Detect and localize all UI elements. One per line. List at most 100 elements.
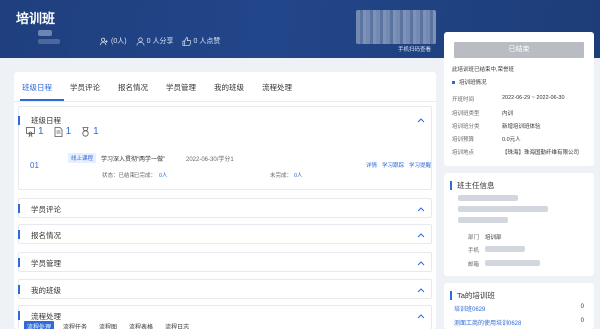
tab-signup[interactable]: 报名情况 xyxy=(118,82,148,98)
section-students[interactable]: 学员管理 xyxy=(18,252,432,272)
course-actions: 详情 学习跟踪 学习提醒 xyxy=(366,161,436,169)
class-info-panel: 已结束 此培训班已结束中,荣誉班 培训班情况 开班时间 2022-06-29 ~… xyxy=(444,32,594,166)
course-status: 状态：已结束 xyxy=(102,173,136,179)
details-link[interactable]: 详情 xyxy=(366,161,377,169)
teacher-phone-blurred xyxy=(485,246,525,252)
section-comments[interactable]: 学员评论 xyxy=(18,198,432,218)
medal-count[interactable]: 1 xyxy=(81,126,99,137)
info-value: 新增培训班体验 xyxy=(502,124,541,130)
teacher-email-label: 邮箱 xyxy=(468,262,480,268)
ended-button[interactable]: 已结束 xyxy=(454,42,584,58)
tab-my-class[interactable]: 我的班级 xyxy=(214,82,244,98)
chevron-up-icon[interactable] xyxy=(417,260,425,266)
teacher-detail-blurred xyxy=(458,206,548,212)
avatar-blurred xyxy=(38,30,52,36)
tab-workflow[interactable]: 流程处理 xyxy=(262,82,292,98)
card-accent xyxy=(18,204,20,213)
completed-count[interactable]: 0人 xyxy=(159,171,168,179)
section-my-class[interactable]: 我的班级 xyxy=(18,279,432,299)
card-accent xyxy=(450,291,452,300)
info-heading-text: 培训班情况 xyxy=(459,80,487,86)
certificate-value: 1 xyxy=(38,126,44,137)
workflow-tab-log[interactable]: 流程日志 xyxy=(162,321,192,329)
document-count[interactable]: 1 xyxy=(54,126,71,137)
chevron-up-icon[interactable] xyxy=(417,232,425,238)
share-count: 0 xyxy=(146,37,151,45)
tabs-divider xyxy=(14,101,436,102)
thumbs-up-icon xyxy=(183,36,192,46)
document-icon xyxy=(54,126,62,137)
ended-note: 此培训班已结束中,荣誉班 xyxy=(452,67,515,73)
like-stat[interactable]: 0 人点赞 xyxy=(182,36,220,46)
users-share-icon xyxy=(100,37,108,45)
workflow-tabs: 流程处理 流程任务 流程图 流程表格 流程日志 xyxy=(24,321,198,329)
teacher-detail-blurred xyxy=(458,217,508,223)
info-value: 内训 xyxy=(502,111,514,117)
main-panel: 班级日程 学员评论 报名情况 学员管理 我的班级 流程处理 班级日程 1 1 1… xyxy=(14,72,436,329)
remind-link[interactable]: 学习提醒 xyxy=(409,161,431,169)
section-signup[interactable]: 报名情况 xyxy=(18,224,432,244)
card-accent xyxy=(18,116,20,125)
teacher-name-blurred xyxy=(458,195,518,201)
info-label: 培训地点 xyxy=(452,150,475,156)
completed-label: 已完成： xyxy=(134,173,157,179)
teacher-dept-label: 部门 xyxy=(468,235,480,241)
info-label: 培训班类型 xyxy=(452,111,480,117)
class-link[interactable]: 测面工商的使用培训0628 xyxy=(454,318,521,327)
share-stat[interactable]: 0 人分享 xyxy=(136,36,174,46)
creator-name-blurred xyxy=(38,39,60,44)
card-accent xyxy=(18,285,20,294)
like-count: 0 xyxy=(193,37,198,45)
person-icon xyxy=(136,37,145,46)
ta-classes-title: Ta的培训班 xyxy=(457,291,495,300)
workflow-tab-process[interactable]: 流程处理 xyxy=(24,321,55,329)
workflow-tab-form[interactable]: 流程表格 xyxy=(126,321,156,329)
uncompleted-label: 未完成： xyxy=(270,173,293,179)
info-value: 【珠海】珠海国勤纤维有限公司 xyxy=(502,150,580,156)
schedule-counts: 1 1 1 xyxy=(26,126,109,137)
chevron-up-icon[interactable] xyxy=(417,313,425,319)
qr-code-image[interactable] xyxy=(356,10,436,44)
participants-count: (0人) xyxy=(111,38,127,45)
course-date: 2022-06-30/学分1 xyxy=(186,157,234,163)
certificate-icon xyxy=(26,126,35,137)
class-count: 0 xyxy=(580,304,584,310)
tab-comments[interactable]: 学员评论 xyxy=(70,82,100,98)
certificate-count[interactable]: 1 xyxy=(26,126,44,137)
teacher-panel: 班主任信息 部门 培训部 手机 邮箱 xyxy=(444,173,594,276)
section-title: 报名情况 xyxy=(31,231,61,240)
medal-icon xyxy=(82,126,89,137)
tab-schedule[interactable]: 班级日程 xyxy=(22,82,52,98)
card-accent xyxy=(450,181,452,190)
workflow-tab-tasks[interactable]: 流程任务 xyxy=(60,321,90,329)
chevron-up-icon[interactable] xyxy=(417,206,425,212)
ta-classes-panel: Ta的培训班 培训班0629 0 测面工商的使用培训0628 0 xyxy=(444,283,594,329)
info-label: 培训班分类 xyxy=(452,124,480,130)
card-accent xyxy=(18,258,20,267)
workflow-tab-diagram[interactable]: 流程图 xyxy=(96,321,120,329)
like-label: 人点赞 xyxy=(199,38,221,45)
course-title[interactable]: 学习深入贯彻“两学一做” xyxy=(101,154,165,163)
class-count: 0 xyxy=(580,318,584,324)
tab-students[interactable]: 学员管理 xyxy=(166,82,196,98)
bullet-icon xyxy=(452,80,455,84)
qr-caption: 手机扫码查看 xyxy=(398,47,432,53)
participants-stat[interactable]: (0人) xyxy=(100,36,127,46)
course-type-badge: 线上课程 xyxy=(68,153,97,163)
banner-stats: (0人) 0 人分享 0 人点赞 xyxy=(100,36,229,46)
section-title: 学员管理 xyxy=(31,259,61,268)
class-link[interactable]: 培训班0629 xyxy=(454,304,485,313)
info-value: 2022-06-29 ~ 2022-06-30 xyxy=(502,95,565,101)
share-label: 人分享 xyxy=(152,38,174,45)
teacher-phone-label: 手机 xyxy=(468,248,480,254)
card-accent xyxy=(18,311,20,320)
uncompleted-count[interactable]: 0人 xyxy=(294,171,303,179)
track-link[interactable]: 学习跟踪 xyxy=(382,161,404,169)
chevron-up-icon[interactable] xyxy=(417,287,425,293)
medal-value: 1 xyxy=(93,126,99,137)
info-label: 开班时间 xyxy=(452,97,475,103)
chevron-up-icon[interactable] xyxy=(417,117,425,123)
section-title: 学员评论 xyxy=(31,205,61,214)
schedule-card: 班级日程 xyxy=(18,106,432,190)
card-accent xyxy=(18,230,20,239)
